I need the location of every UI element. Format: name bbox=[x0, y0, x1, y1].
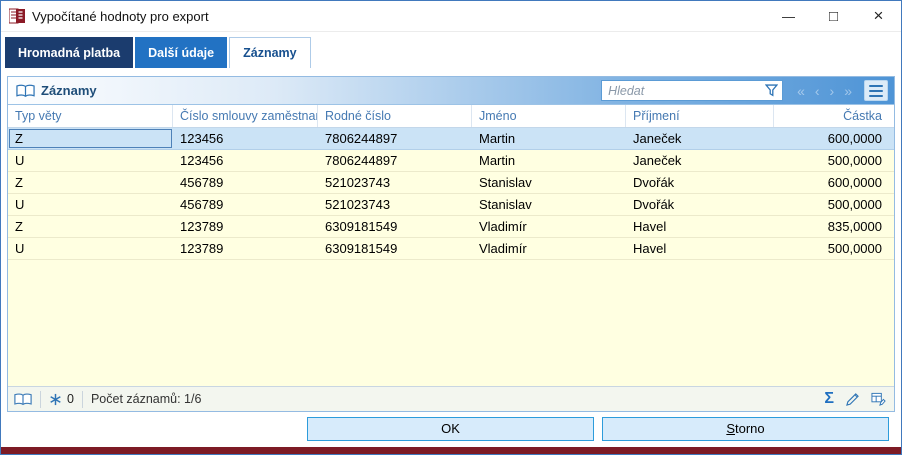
column-header[interactable]: Částka bbox=[774, 105, 894, 127]
table-cell: 500,0000 bbox=[827, 153, 882, 168]
table-header-row: Typ větyČíslo smlouvy zaměstnanceRodné č… bbox=[8, 105, 894, 128]
table-cell: Havel bbox=[633, 241, 667, 256]
table-row[interactable]: Z 123456 7806244897 Martin Janeček 600,0000 bbox=[8, 128, 894, 150]
table-cell: 7806244897 bbox=[325, 131, 398, 146]
maximize-button[interactable]: □ bbox=[811, 1, 856, 31]
column-header[interactable]: Jméno bbox=[472, 105, 626, 127]
table-cell: 500,0000 bbox=[827, 241, 882, 256]
dialog-content: Záznamy « ‹ › » Typ větyČíslo smlouvy za… bbox=[1, 68, 901, 447]
table-cell: Janeček bbox=[633, 131, 682, 146]
table-cell: 123789 bbox=[180, 219, 224, 234]
table-cell: 500,0000 bbox=[827, 197, 882, 212]
prev-record-icon[interactable]: ‹ bbox=[815, 81, 820, 101]
asterisk-icon[interactable] bbox=[49, 393, 62, 406]
footer: OK Storno bbox=[7, 412, 895, 447]
table-cell: 521023743 bbox=[325, 197, 391, 212]
table-cell: Stanislav bbox=[479, 197, 532, 212]
table-cell: 600,0000 bbox=[827, 175, 882, 190]
record-navigation: « ‹ › » bbox=[797, 81, 852, 101]
storno-button-label: Storno bbox=[726, 421, 765, 436]
table-cell: Vladimír bbox=[479, 219, 527, 234]
table-cell: Stanislav bbox=[479, 175, 532, 190]
menu-icon[interactable] bbox=[864, 80, 888, 101]
title-bar: Vypočítané hodnoty pro export — □ × bbox=[1, 1, 901, 32]
panel-header: Záznamy « ‹ › » bbox=[8, 77, 894, 105]
column-header[interactable]: Rodné číslo bbox=[318, 105, 472, 127]
table-row[interactable]: U 123789 6309181549 Vladimír Havel 500,0000 bbox=[8, 238, 894, 260]
table-cell: 6309181549 bbox=[325, 219, 398, 234]
search-input[interactable] bbox=[601, 80, 784, 101]
column-header[interactable]: Typ věty bbox=[8, 105, 173, 127]
close-button[interactable]: × bbox=[856, 1, 901, 31]
tab-zaznamy[interactable]: Záznamy bbox=[229, 37, 311, 68]
table-cell: Martin bbox=[479, 131, 516, 146]
table-row[interactable]: U 456789 521023743 Stanislav Dvořák 500,0000 bbox=[8, 194, 894, 216]
tab-dalsi-udaje[interactable]: Další údaje bbox=[135, 37, 228, 68]
sum-icon[interactable]: Σ bbox=[824, 391, 834, 407]
book-icon[interactable] bbox=[14, 393, 32, 406]
first-record-icon[interactable]: « bbox=[797, 81, 805, 101]
next-record-icon[interactable]: › bbox=[830, 81, 835, 101]
table-cell: Z bbox=[15, 175, 23, 190]
bottom-accent-bar bbox=[1, 447, 901, 454]
minimize-button[interactable]: — bbox=[766, 1, 811, 31]
window-title: Vypočítané hodnoty pro export bbox=[32, 8, 209, 24]
table-cell: 7806244897 bbox=[325, 153, 398, 168]
separator bbox=[81, 390, 83, 408]
table-row[interactable]: Z 456789 521023743 Stanislav Dvořák 600,0000 bbox=[8, 172, 894, 194]
table-cell: Vladimír bbox=[479, 241, 527, 256]
table-cell: U bbox=[15, 197, 25, 212]
asterisk-count: 0 bbox=[67, 392, 74, 406]
table-cell: 6309181549 bbox=[325, 241, 398, 256]
export-grid-icon[interactable] bbox=[871, 392, 886, 406]
record-count-label: Počet záznamů: 1/6 bbox=[90, 392, 202, 406]
table-cell: Dvořák bbox=[633, 197, 675, 212]
dialog-window: Vypočítané hodnoty pro export — □ × Hrom… bbox=[0, 0, 902, 455]
ok-button-label: OK bbox=[441, 421, 460, 436]
table-cell: Havel bbox=[633, 219, 667, 234]
table-cell: Janeček bbox=[633, 153, 682, 168]
records-panel: Záznamy « ‹ › » Typ větyČíslo smlouvy za… bbox=[7, 76, 895, 412]
table-cell: 123456 bbox=[180, 153, 224, 168]
table-cell: Martin bbox=[479, 153, 516, 168]
table-cell: 521023743 bbox=[325, 175, 391, 190]
table-cell: 123456 bbox=[180, 131, 224, 146]
tab-hromadna-platba[interactable]: Hromadná platba bbox=[5, 37, 134, 68]
table-cell: 456789 bbox=[180, 197, 224, 212]
filter-funnel-icon[interactable] bbox=[765, 84, 779, 97]
table-cell: Z bbox=[15, 219, 23, 234]
table-cell: 600,0000 bbox=[827, 131, 882, 146]
pencil-icon[interactable] bbox=[846, 392, 859, 406]
separator bbox=[40, 390, 41, 408]
panel-title: Záznamy bbox=[41, 83, 97, 98]
table-cell: U bbox=[15, 153, 25, 168]
column-header[interactable]: Příjmení bbox=[626, 105, 774, 127]
status-bar: 0 Počet záznamů: 1/6 Σ bbox=[8, 386, 894, 411]
table-cell: Dvořák bbox=[633, 175, 675, 190]
table-row[interactable]: U 123456 7806244897 Martin Janeček 500,0000 bbox=[8, 150, 894, 172]
tab-bar: Hromadná platba Další údaje Záznamy bbox=[1, 32, 901, 68]
table-cell: U bbox=[15, 241, 25, 256]
book-icon bbox=[16, 84, 35, 97]
table-cell: Z bbox=[8, 128, 173, 149]
search-box bbox=[601, 80, 784, 101]
column-header[interactable]: Číslo smlouvy zaměstnance bbox=[173, 105, 318, 127]
last-record-icon[interactable]: » bbox=[844, 81, 852, 101]
table-row[interactable]: Z 123789 6309181549 Vladimír Havel 835,0000 bbox=[8, 216, 894, 238]
table-body: Z 123456 7806244897 Martin Janeček 600,0000 U 1… bbox=[8, 128, 894, 386]
app-icon bbox=[9, 8, 25, 24]
storno-button[interactable]: Storno bbox=[602, 417, 889, 441]
ok-button[interactable]: OK bbox=[307, 417, 594, 441]
table-cell: 835,0000 bbox=[827, 219, 882, 234]
table-cell: 456789 bbox=[180, 175, 224, 190]
table-cell: 123789 bbox=[180, 241, 224, 256]
